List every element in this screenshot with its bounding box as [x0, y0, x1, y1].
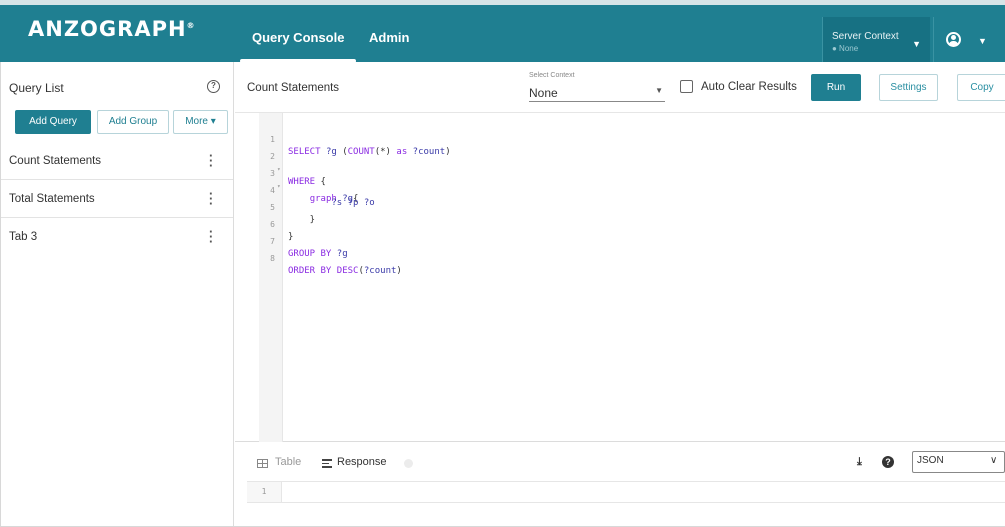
line-number: 2: [270, 152, 275, 161]
add-query-button[interactable]: Add Query: [15, 110, 91, 134]
select-context-dropdown[interactable]: Select Context None ▼: [529, 72, 665, 102]
active-tab-indicator: [240, 59, 356, 63]
line-number: 4: [270, 186, 275, 195]
chevron-down-icon: ∨: [990, 455, 998, 466]
code-line: 2 ▾ WHERE {: [235, 137, 326, 187]
more-button[interactable]: More ▾: [173, 110, 228, 134]
line-number: 8: [270, 254, 275, 263]
query-list-sidebar: Query List ? Add Query Add Group More ▾ …: [1, 62, 234, 526]
code-text: }: [288, 215, 316, 225]
kebab-menu-icon[interactable]: · · ·: [209, 225, 213, 248]
code-text: SELECT ?g (COUNT(*) as ?count): [288, 147, 451, 157]
code-text: WHERE {: [288, 177, 326, 187]
server-context-dropdown[interactable]: Server Context ● None ▼: [822, 17, 930, 62]
user-circle-icon: [946, 32, 961, 47]
query-editor[interactable]: 1 SELECT ?g (COUNT(*) as ?count) 2 ▾ WHE…: [235, 112, 1005, 442]
list-item[interactable]: Tab 3 · · ·: [1, 218, 233, 256]
tab-table[interactable]: Table: [275, 456, 301, 468]
run-button[interactable]: Run: [811, 74, 861, 101]
list-item-label: Count Statements: [9, 155, 102, 167]
query-title: Count Statements: [247, 82, 340, 94]
code-line: 6 }: [235, 205, 293, 242]
code-line: 3 ▾ graph ?g{: [235, 154, 358, 204]
line-number: 1: [270, 135, 275, 144]
line-number: 3: [270, 169, 275, 178]
copy-button[interactable]: Copy: [957, 74, 1005, 101]
kebab-menu-icon[interactable]: · · ·: [209, 149, 213, 172]
code-line: 4 ?s ?p ?o: [235, 171, 375, 208]
help-icon[interactable]: ?: [882, 456, 894, 468]
results-viewer[interactable]: 1: [247, 481, 1005, 503]
auto-clear-checkbox[interactable]: [680, 80, 693, 93]
tab-admin[interactable]: Admin: [369, 30, 409, 45]
code-line: 7 GROUP BY ?g: [235, 222, 347, 259]
chevron-down-icon: ▼: [912, 39, 921, 49]
logo-trademark: ®: [186, 21, 196, 30]
add-group-button[interactable]: Add Group: [97, 110, 169, 134]
settings-button[interactable]: Settings: [879, 74, 938, 101]
top-navbar: ANZOGRAPH® Query Console Admin Server Co…: [0, 0, 1005, 63]
user-menu-button[interactable]: ▼: [933, 17, 1005, 62]
kebab-menu-icon[interactable]: · · ·: [209, 187, 213, 210]
text-lines-icon: [322, 459, 332, 468]
download-icon[interactable]: ⤓: [857, 456, 868, 468]
line-number: 1: [247, 482, 282, 502]
app-logo[interactable]: ANZOGRAPH®: [28, 17, 196, 41]
auto-clear-label: Auto Clear Results: [701, 81, 797, 93]
list-item-label: Total Statements: [9, 193, 95, 205]
code-text: ORDER BY DESC(?count): [288, 266, 402, 276]
code-text: ?s ?p ?o: [331, 198, 375, 208]
code-text: }: [288, 232, 294, 242]
logo-text: ANZOGRAPH: [28, 17, 187, 41]
tab-query-console[interactable]: Query Console: [252, 30, 344, 45]
code-text: GROUP BY ?g: [288, 249, 348, 259]
line-number: 7: [270, 237, 275, 246]
line-number: 6: [270, 220, 275, 229]
line-number: 5: [270, 203, 275, 212]
code-line: 1 SELECT ?g (COUNT(*) as ?count): [235, 120, 450, 157]
tab-response[interactable]: Response: [337, 456, 387, 468]
query-list-title: Query List: [9, 81, 64, 95]
help-icon[interactable]: ?: [207, 80, 220, 93]
table-icon: [257, 459, 268, 468]
list-item[interactable]: Count Statements · · ·: [1, 142, 233, 180]
list-item[interactable]: Total Statements · · ·: [1, 180, 233, 218]
loading-indicator-icon: [404, 459, 413, 468]
chevron-down-icon: ▼: [655, 86, 663, 95]
code-line: 8 ORDER BY DESC(?count): [235, 239, 402, 276]
list-item-label: Tab 3: [9, 231, 38, 243]
select-context-label: Select Context: [529, 72, 575, 79]
chevron-down-icon: ▼: [978, 36, 987, 46]
select-context-value: None: [529, 86, 558, 100]
code-line: 5 }: [235, 188, 315, 225]
